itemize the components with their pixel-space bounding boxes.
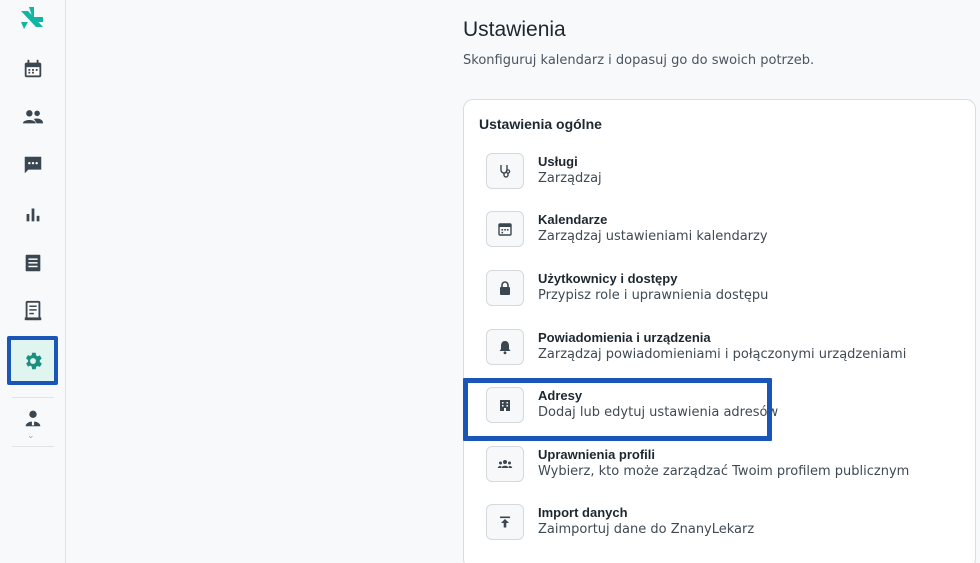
billing-icon: [25, 254, 41, 272]
item-description: Dodaj lub edytuj ustawienia adresów: [538, 405, 779, 420]
doctor-profile-icon: [25, 410, 41, 427]
sidebar-item-billing[interactable]: [9, 241, 57, 285]
chevron-down-icon[interactable]: ⌄: [27, 431, 35, 441]
general-settings-card: Ustawienia ogólne Usługi Zarządzaj Kalen…: [463, 99, 976, 563]
building-icon: [486, 387, 524, 423]
item-title: Użytkownicy i dostępy: [538, 271, 678, 286]
sidebar-item-records[interactable]: [9, 289, 57, 333]
messages-icon: [24, 156, 42, 174]
item-description: Przypisz role i uprawnienia dostępu: [538, 288, 769, 303]
item-description: Wybierz, kto może zarządzać Twoim profil…: [538, 464, 910, 479]
calendar-icon: [24, 59, 42, 78]
sidebar-item-stats[interactable]: [9, 192, 57, 236]
settings-item-services[interactable]: Usługi Zarządzaj: [464, 153, 770, 205]
item-title: Adresy: [538, 388, 583, 403]
stethoscope-icon: [486, 153, 524, 189]
sidebar-divider-bottom: [12, 446, 54, 447]
item-description: Zaimportuj dane do ZnanyLekarz: [538, 522, 755, 537]
lock-icon: [486, 270, 524, 306]
sidebar: ⌄: [0, 0, 66, 563]
znanylekarz-logo[interactable]: [17, 5, 47, 33]
stats-icon: [26, 208, 40, 222]
item-title: Uprawnienia profili: [538, 447, 656, 462]
item-description: Zarządzaj powiadomieniami i połączonymi …: [538, 347, 907, 362]
item-title: Kalendarze: [538, 212, 608, 227]
item-title: Powiadomienia i urządzenia: [538, 330, 711, 345]
group-icon: [486, 446, 524, 482]
page-subtitle: Skonfiguruj kalendarz i dopasuj go do sw…: [463, 53, 815, 68]
item-title: Import danych: [538, 505, 628, 520]
settings-item-addresses[interactable]: Adresy Dodaj lub edytuj ustawienia adres…: [464, 387, 778, 439]
sidebar-item-messages[interactable]: [9, 143, 57, 187]
item-title: Usługi: [538, 154, 578, 169]
records-icon: [24, 300, 42, 321]
sidebar-item-patients[interactable]: [9, 95, 57, 139]
calendar-icon: [486, 211, 524, 247]
item-description: Zarządzaj: [538, 171, 602, 186]
sidebar-item-settings[interactable]: [7, 336, 58, 385]
sidebar-item-calendar[interactable]: [9, 47, 57, 91]
settings-item-users-access[interactable]: Użytkownicy i dostępy Przypisz role i up…: [464, 270, 770, 322]
settings-item-calendars[interactable]: Kalendarze Zarządzaj ustawieniami kalend…: [464, 211, 770, 263]
card-title: Ustawienia ogólne: [479, 116, 602, 132]
item-description: Zarządzaj ustawieniami kalendarzy: [538, 229, 768, 244]
bell-icon: [486, 329, 524, 365]
settings-icon: [25, 352, 42, 369]
settings-item-data-import[interactable]: Import danych Zaimportuj dane do ZnanyLe…: [464, 504, 770, 556]
upload-icon: [486, 504, 524, 540]
page-title: Ustawienia: [463, 18, 566, 41]
settings-item-notifications[interactable]: Powiadomienia i urządzenia Zarządzaj pow…: [464, 329, 906, 381]
settings-item-profile-permissions[interactable]: Uprawnienia profili Wybierz, kto może za…: [464, 446, 909, 498]
patients-icon: [22, 110, 44, 124]
